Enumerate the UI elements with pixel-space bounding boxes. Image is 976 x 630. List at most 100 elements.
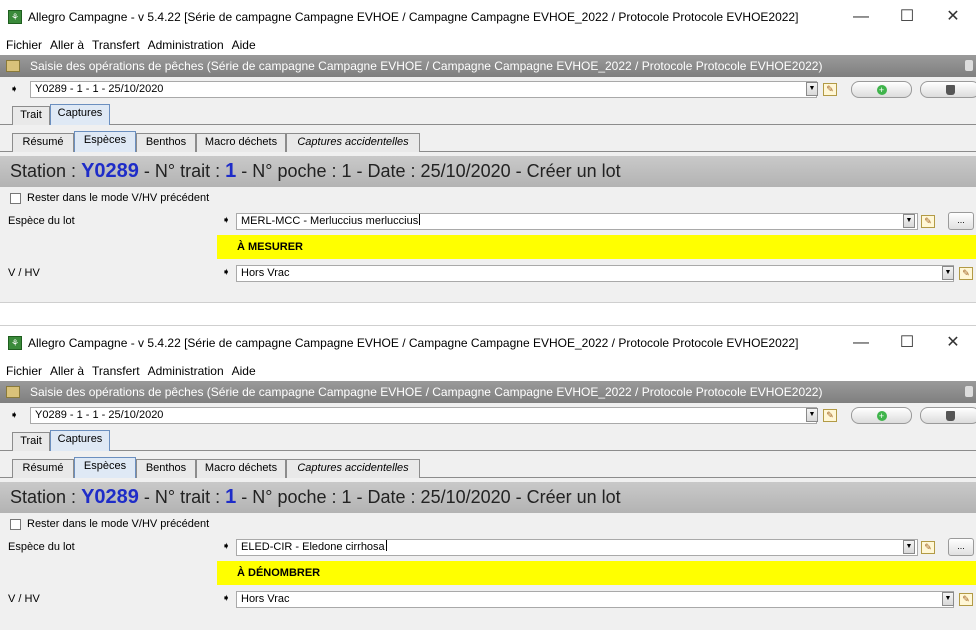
page-header: Station : Y0289 - N° trait : 1 - N° poch… [0, 482, 976, 513]
tab-macro-dechets[interactable]: Macro déchets [196, 133, 286, 152]
tab-trait[interactable]: Trait [12, 432, 50, 451]
tab-resume[interactable]: Résumé [12, 459, 74, 478]
species-label: Espèce du lot [8, 215, 75, 227]
station-label: Station : [10, 487, 77, 507]
menu-administration[interactable]: Administration [148, 364, 224, 378]
keep-mode-checkbox[interactable] [10, 518, 21, 530]
station-label: Station : [10, 161, 77, 181]
tab-especes[interactable]: Espèces [74, 131, 136, 152]
chevron-down-icon[interactable]: ▼ [942, 266, 954, 280]
station-combo[interactable]: Y0289 - 1 - 1 - 25/10/2020 [30, 407, 817, 424]
vhv-row: V / HV ➧ Hors Vrac ▼ ✎ [0, 261, 976, 286]
edit-icon[interactable]: ✎ [959, 593, 973, 606]
header-rest: - N° poche : 1 - Date : 25/10/2020 - Cré… [241, 487, 621, 507]
chevron-down-icon[interactable]: ▼ [903, 214, 915, 228]
keep-mode-checkbox[interactable] [10, 192, 21, 204]
edit-icon[interactable]: ✎ [823, 83, 837, 96]
frame-title-bar: Saisie des opérations de pêches (Série d… [0, 55, 976, 77]
keep-mode-row: Rester dans le mode V/HV précédent [0, 187, 976, 209]
menu-bar: Fichier Aller à Transfert Administration… [0, 360, 976, 381]
title-bar: ⚘ Allegro Campagne - v 5.4.22 [Série de … [0, 326, 976, 360]
window-title: Allegro Campagne - v 5.4.22 [Série de ca… [28, 336, 799, 350]
text-caret [385, 540, 387, 551]
station-selector-row: ➧ Y0289 - 1 - 1 - 25/10/2020 ▼ ✎ + [0, 77, 976, 103]
menu-aide[interactable]: Aide [232, 38, 256, 52]
menu-transfert[interactable]: Transfert [92, 364, 140, 378]
species-value: MERL-MCC - Merluccius merluccius [241, 215, 419, 227]
plus-icon: + [876, 85, 887, 95]
tab-benthos[interactable]: Benthos [136, 459, 196, 478]
vhv-combo[interactable]: Hors Vrac [236, 265, 954, 282]
chevron-down-icon[interactable]: ▼ [942, 592, 954, 606]
menu-aller-a[interactable]: Aller à [50, 38, 84, 52]
species-value: ELED-CIR - Eledone cirrhosa [241, 541, 385, 553]
close-button[interactable]: ✕ [930, 326, 976, 360]
frame-scroll-handle[interactable] [965, 386, 973, 397]
tab-macro-dechets[interactable]: Macro déchets [196, 459, 286, 478]
trash-icon [945, 85, 955, 95]
chevron-down-icon[interactable]: ▼ [903, 540, 915, 554]
menu-aide[interactable]: Aide [232, 364, 256, 378]
navigate-arrow-icon[interactable]: ➧ [10, 84, 24, 96]
navigate-arrow-icon[interactable]: ➧ [10, 410, 24, 422]
edit-icon[interactable]: ✎ [959, 267, 973, 280]
chevron-down-icon[interactable]: ▼ [806, 82, 818, 96]
header-rest: - N° poche : 1 - Date : 25/10/2020 - Cré… [241, 161, 621, 181]
species-row: Espèce du lot ➧ ELED-CIR - Eledone cirrh… [0, 535, 976, 560]
maximize-button[interactable]: ☐ [884, 0, 930, 34]
trait-number: 1 [225, 486, 237, 508]
tab-captures-accidentelles[interactable]: Captures accidentelles [286, 459, 420, 478]
trait-label: - N° trait : [143, 161, 221, 181]
station-combo[interactable]: Y0289 - 1 - 1 - 25/10/2020 [30, 81, 817, 98]
separator [0, 302, 976, 326]
allegro-window-2: ⚘ Allegro Campagne - v 5.4.22 [Série de … [0, 326, 976, 630]
minimize-button[interactable]: — [838, 326, 884, 360]
allegro-window-1: ⚘ Allegro Campagne - v 5.4.22 [Série de … [0, 0, 976, 302]
close-button[interactable]: ✕ [930, 0, 976, 34]
sub-tab-bar: Résumé Espèces Benthos Macro déchets Cap… [0, 130, 976, 152]
chevron-down-icon[interactable]: ▼ [806, 408, 818, 422]
status-row: À MESURER [0, 234, 976, 261]
navigate-arrow-icon[interactable]: ➧ [222, 267, 236, 279]
vhv-label: V / HV [8, 267, 40, 279]
species-combo[interactable]: MERL-MCC - Merluccius merluccius [236, 213, 918, 230]
edit-icon[interactable]: ✎ [921, 541, 935, 554]
edit-icon[interactable]: ✎ [921, 215, 935, 228]
vhv-combo[interactable]: Hors Vrac [236, 591, 954, 608]
app-icon: ⚘ [8, 10, 22, 24]
maximize-button[interactable]: ☐ [884, 326, 930, 360]
trait-number: 1 [225, 160, 237, 182]
keep-mode-row: Rester dans le mode V/HV précédent [0, 513, 976, 535]
browse-button[interactable]: ... [948, 538, 974, 556]
tab-especes[interactable]: Espèces [74, 457, 136, 478]
tab-trait[interactable]: Trait [12, 106, 50, 125]
status-banner: À DÉNOMBRER [217, 561, 976, 585]
tab-captures-accidentelles[interactable]: Captures accidentelles [286, 133, 420, 152]
menu-aller-a[interactable]: Aller à [50, 364, 84, 378]
browse-button[interactable]: ... [948, 212, 974, 230]
station-code: Y0289 [81, 486, 139, 508]
frame-title: Saisie des opérations de pêches (Série d… [30, 385, 823, 399]
tab-captures[interactable]: Captures [50, 104, 110, 125]
plus-icon: + [876, 411, 887, 421]
delete-button[interactable] [920, 81, 976, 98]
menu-administration[interactable]: Administration [148, 38, 224, 52]
species-combo[interactable]: ELED-CIR - Eledone cirrhosa [236, 539, 918, 556]
menu-bar: Fichier Aller à Transfert Administration… [0, 34, 976, 55]
menu-fichier[interactable]: Fichier [6, 364, 42, 378]
navigate-arrow-icon[interactable]: ➧ [222, 215, 236, 227]
frame-scroll-handle[interactable] [965, 60, 973, 71]
minimize-button[interactable]: — [838, 0, 884, 34]
tab-benthos[interactable]: Benthos [136, 133, 196, 152]
menu-fichier[interactable]: Fichier [6, 38, 42, 52]
navigate-arrow-icon[interactable]: ➧ [222, 593, 236, 605]
edit-icon[interactable]: ✎ [823, 409, 837, 422]
menu-transfert[interactable]: Transfert [92, 38, 140, 52]
navigate-arrow-icon[interactable]: ➧ [222, 541, 236, 553]
add-button[interactable]: + [851, 407, 912, 424]
add-button[interactable]: + [851, 81, 912, 98]
tab-captures[interactable]: Captures [50, 430, 110, 451]
page-header: Station : Y0289 - N° trait : 1 - N° poch… [0, 156, 976, 187]
delete-button[interactable] [920, 407, 976, 424]
tab-resume[interactable]: Résumé [12, 133, 74, 152]
